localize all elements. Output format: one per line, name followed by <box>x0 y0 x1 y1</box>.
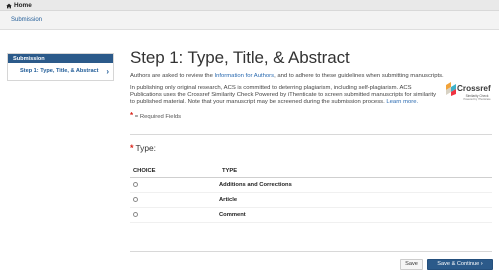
plagiarism-text: In publishing only original research, AC… <box>130 85 442 106</box>
table-row[interactable]: Additions and Corrections <box>130 177 492 193</box>
intro-suffix: , and to adhere to these guidelines when… <box>274 73 444 79</box>
intro-text: Authors are asked to review the Informat… <box>130 73 492 79</box>
home-link[interactable]: Home <box>6 2 32 9</box>
chevron-right-icon: › <box>106 67 109 76</box>
type-table: CHOICE TYPE Additions and Corrections Ar… <box>130 165 492 223</box>
type-name: Comment <box>219 207 492 223</box>
sidebar-item-label: Step 1: Type, Title, & Abstract <box>20 68 99 74</box>
sidebar-item-step-1[interactable]: Step 1: Type, Title, & Abstract › <box>8 63 113 81</box>
sub-header: Submission <box>0 11 499 30</box>
type-label: * Type: <box>130 143 156 153</box>
info-for-authors-link[interactable]: Information for Authors <box>214 73 274 79</box>
top-bar: Home <box>0 0 499 11</box>
crossref-name: Crossref <box>457 84 491 93</box>
page-title: Step 1: Type, Title, & Abstract <box>130 48 350 67</box>
save-and-continue-label: Save & Continue <box>437 261 480 267</box>
save-and-continue-button[interactable]: Save & Continue › <box>427 259 493 270</box>
table-row[interactable]: Comment <box>130 207 492 223</box>
type-name: Additions and Corrections <box>219 177 492 193</box>
section-divider <box>130 134 492 135</box>
required-star: * <box>130 111 134 120</box>
home-label: Home <box>14 2 32 9</box>
intro-prefix: Authors are asked to review the <box>130 73 215 79</box>
column-header-type: TYPE <box>219 165 492 178</box>
column-header-choice: CHOICE <box>130 165 219 178</box>
table-row[interactable]: Article <box>130 192 492 208</box>
radio-article[interactable] <box>133 196 138 202</box>
required-text: = Required Fields <box>134 114 182 120</box>
sidebar: Submission Step 1: Type, Title, & Abstra… <box>7 53 114 81</box>
required-note: * = Required Fields <box>130 111 181 120</box>
sidebar-heading: Submission <box>8 54 113 63</box>
save-button[interactable]: Save <box>400 259 423 270</box>
table-header-row: CHOICE TYPE <box>130 165 492 178</box>
home-icon <box>6 3 12 8</box>
type-required-star: * <box>130 143 134 153</box>
crossref-sub2: Powered by iThenticate <box>463 98 491 101</box>
chevron-right-icon: › <box>480 261 483 267</box>
type-label-text: Type: <box>135 143 156 153</box>
learn-more-link[interactable]: Learn more. <box>386 99 418 105</box>
main-content: Step 1: Type, Title, & Abstract Authors … <box>130 48 492 120</box>
radio-comment[interactable] <box>133 211 138 217</box>
crossref-icon <box>446 82 456 96</box>
crossref-logo: Crossref Similarity Check Powered by iTh… <box>446 82 491 108</box>
footer-divider <box>130 251 492 252</box>
type-name: Article <box>219 192 492 208</box>
radio-additions-and-corrections[interactable] <box>133 181 138 187</box>
subbar-title[interactable]: Submission <box>11 17 42 23</box>
